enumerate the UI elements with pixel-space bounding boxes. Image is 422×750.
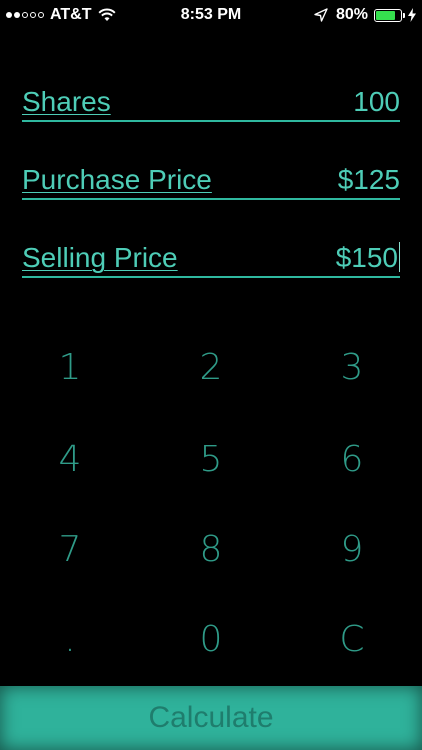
charging-bolt-icon	[408, 8, 416, 22]
key-9[interactable]: 9	[282, 504, 422, 595]
shares-value: 100	[353, 86, 400, 117]
key-4[interactable]: 4	[0, 414, 140, 505]
key-7[interactable]: 7	[0, 504, 140, 595]
battery-level	[376, 10, 396, 20]
key-5[interactable]: 5	[141, 414, 281, 505]
selling-price-value: $150	[335, 242, 398, 273]
number-keypad: 1 2 3 4 5 6 7 8 9 . 0 C	[0, 322, 422, 686]
selling-price-field[interactable]: Selling Price $150	[22, 234, 400, 278]
key-1[interactable]: 1	[0, 322, 140, 413]
battery-percent: 80%	[335, 6, 368, 23]
key-8[interactable]: 8	[141, 504, 281, 595]
key-6[interactable]: 6	[282, 414, 422, 505]
status-bar: AT&T 8:53 PM 80%	[0, 0, 422, 30]
key-2[interactable]: 2	[141, 322, 281, 413]
key-decimal[interactable]: .	[0, 594, 140, 685]
key-clear[interactable]: C	[282, 594, 422, 685]
purchase-price-field[interactable]: Purchase Price $125	[22, 156, 400, 200]
status-right: 80%	[314, 6, 416, 24]
shares-field[interactable]: Shares 100	[22, 78, 400, 122]
shares-label: Shares	[22, 86, 111, 117]
purchase-price-label: Purchase Price	[22, 164, 212, 195]
calculate-button[interactable]: Calculate	[0, 686, 422, 750]
key-3[interactable]: 3	[282, 322, 422, 413]
purchase-price-value: $125	[337, 164, 400, 195]
battery-icon	[374, 8, 405, 22]
key-0[interactable]: 0	[141, 594, 281, 685]
text-caret	[399, 242, 400, 272]
location-icon	[314, 8, 328, 22]
selling-price-label: Selling Price	[22, 242, 178, 273]
